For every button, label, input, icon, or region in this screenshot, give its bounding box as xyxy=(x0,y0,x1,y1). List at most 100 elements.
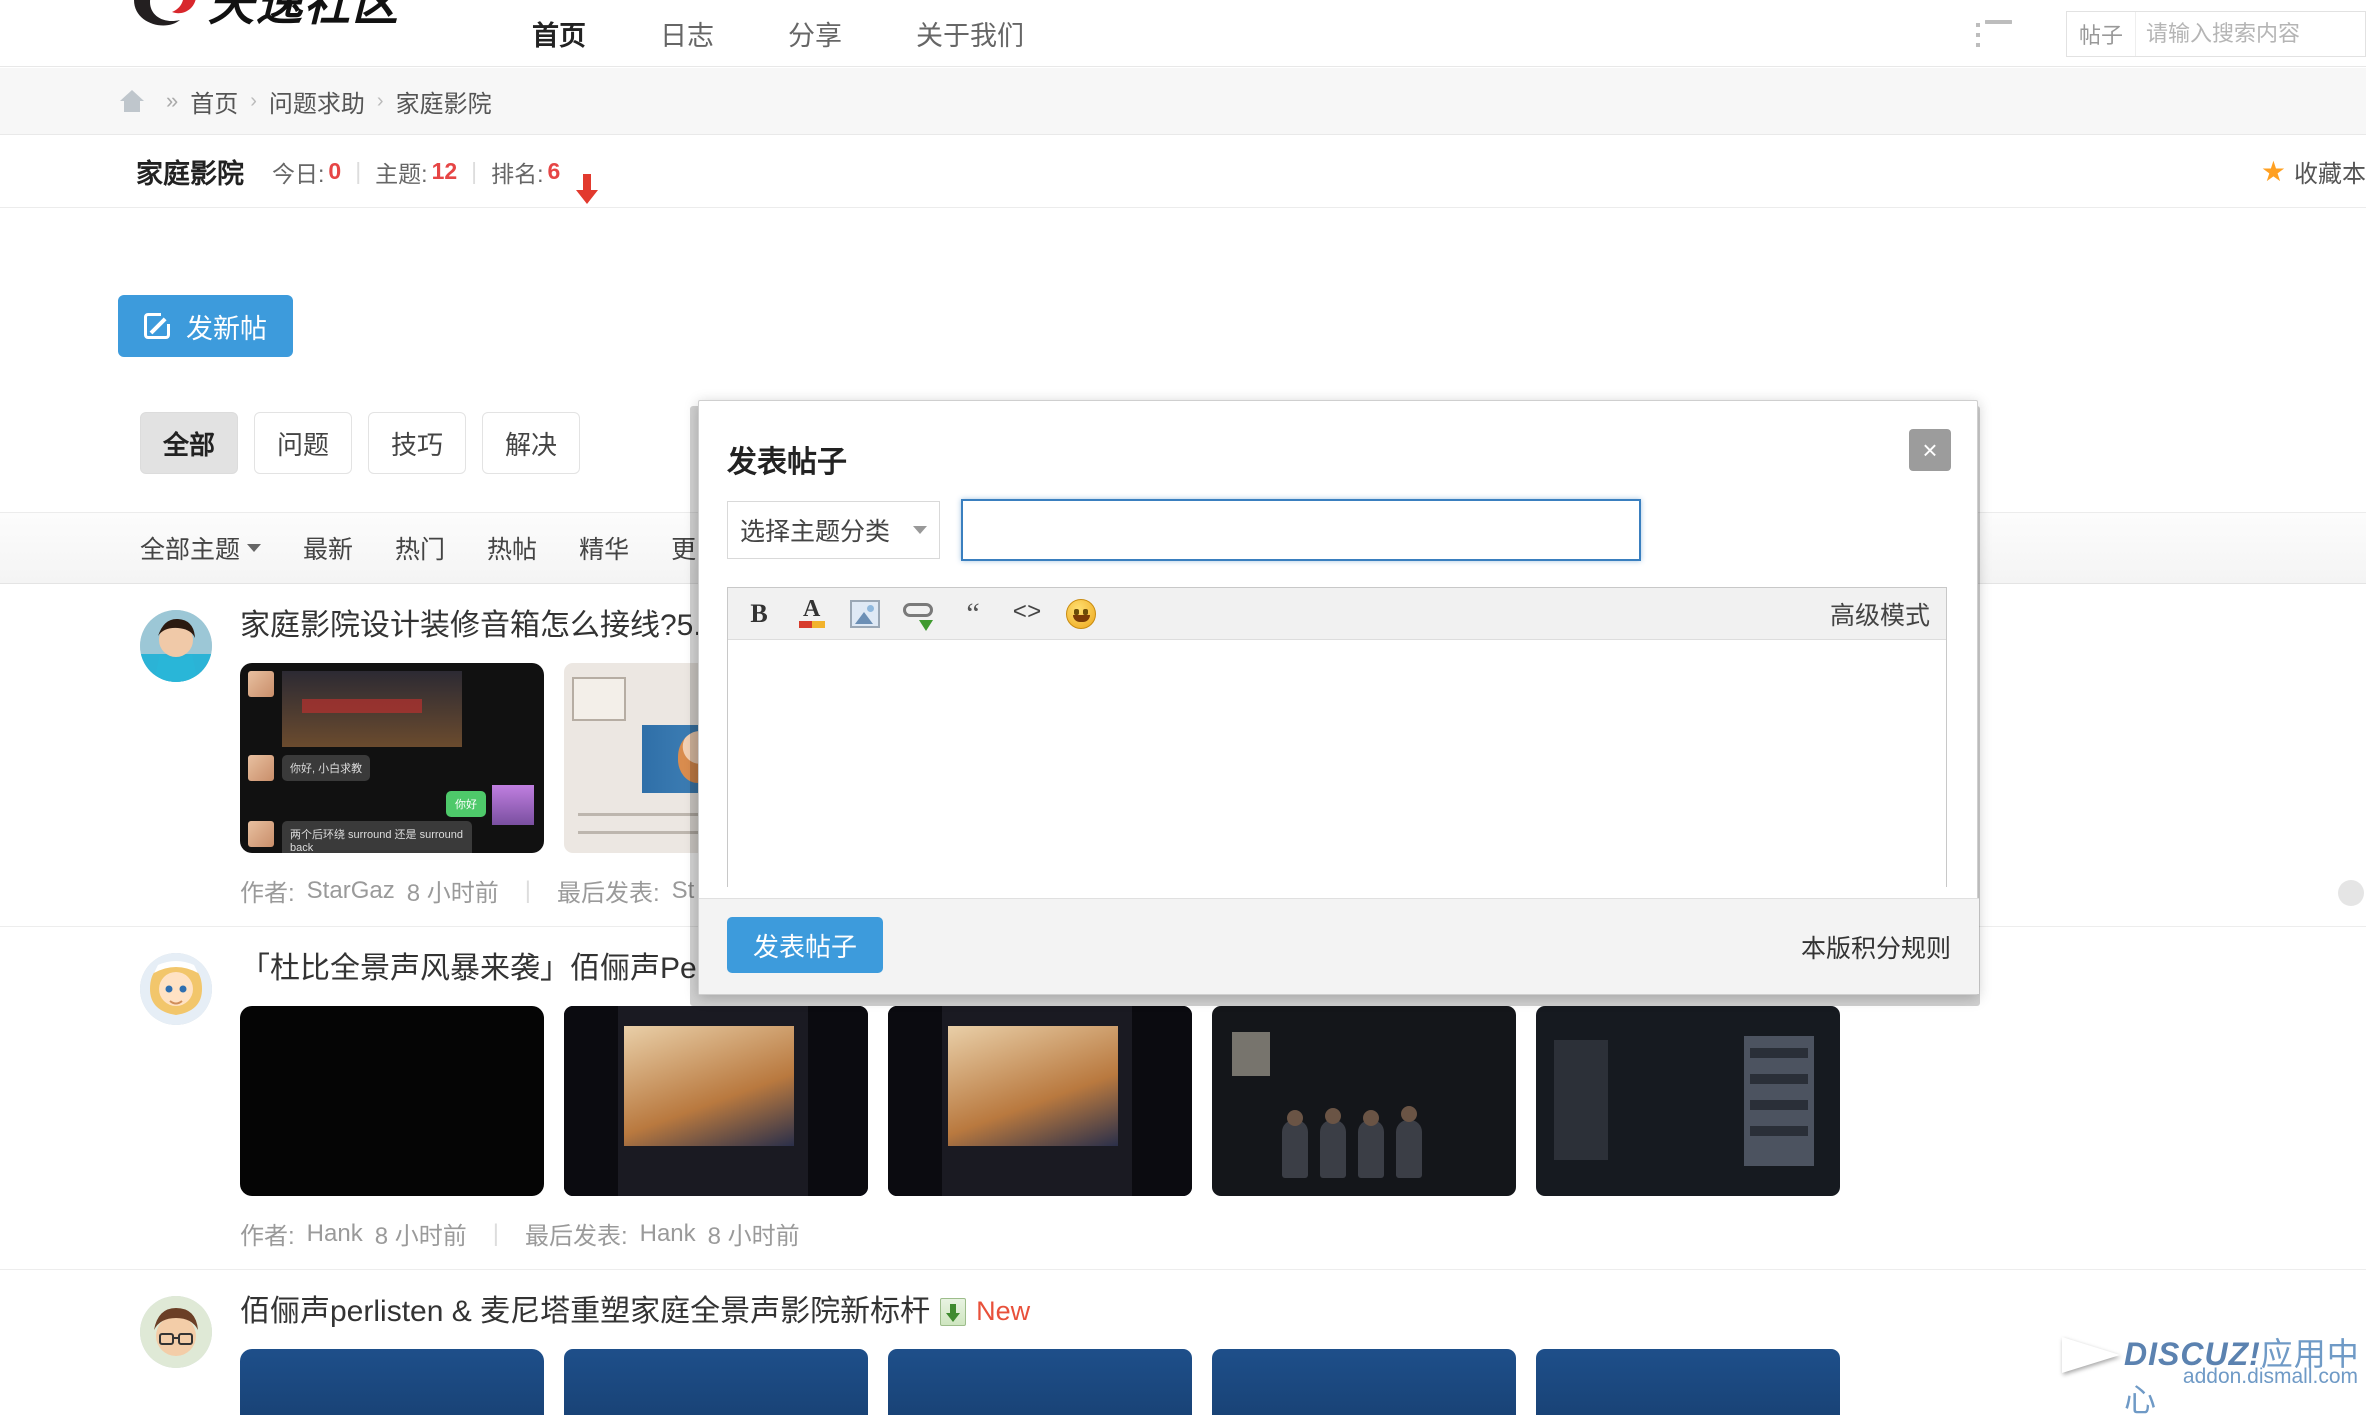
new-post-label: 发新帖 xyxy=(186,307,267,346)
thumbnail-equipment-rack[interactable] xyxy=(1536,1006,1840,1196)
post-editor-dialog: 发表帖子 × 选择主题分类 B A “ <> 高级模式 发表帖子 本版积分规则 xyxy=(698,400,1978,995)
filter-tab-question[interactable]: 问题 xyxy=(254,412,352,474)
stat-threads-value: 12 xyxy=(432,158,458,185)
stat-today-label: 今日: xyxy=(272,155,324,189)
thumbnail-blue-banner[interactable] xyxy=(1536,1349,1840,1415)
filter-tabs: 全部 问题 技巧 解决 xyxy=(140,412,580,474)
star-icon: ★ xyxy=(2261,155,2286,188)
site-logo[interactable]: 天逸社区 xyxy=(128,0,400,36)
table-row[interactable]: 佰俪声perlisten & 麦尼塔重塑家庭全景声影院新标杆 New xyxy=(0,1270,2366,1415)
attachment-icon xyxy=(940,1298,966,1326)
search-type-selector[interactable]: 帖子 xyxy=(2067,12,2136,56)
filter-tab-solved[interactable]: 解决 xyxy=(482,412,580,474)
main-nav: 首页 日志 分享 关于我们 xyxy=(530,0,1026,67)
search-input[interactable] xyxy=(2136,12,2365,56)
quote-icon[interactable]: “ xyxy=(956,597,990,631)
stat-divider: | xyxy=(355,158,361,185)
editor-toolbar: B A “ <> 高级模式 xyxy=(728,588,1946,640)
nav-item-about[interactable]: 关于我们 xyxy=(914,10,1026,57)
sort-digest[interactable]: 精华 xyxy=(579,530,629,566)
breadcrumb-item-forum[interactable]: 家庭影院 xyxy=(396,84,492,119)
stat-threads-label: 主题: xyxy=(375,155,427,189)
filter-tab-all[interactable]: 全部 xyxy=(140,412,238,474)
forum-info-bar: 家庭影院 今日: 0 | 主题: 12 | 排名: 6 ★ 收藏本 xyxy=(0,136,2366,208)
logo-mark-icon xyxy=(128,0,202,32)
forum-stats: 今日: 0 | 主题: 12 | 排名: 6 xyxy=(272,155,574,189)
list-menu-icon[interactable] xyxy=(1976,20,2014,48)
image-icon[interactable] xyxy=(848,597,882,631)
thread-title-text: 家庭影院设计装修音箱怎么接线?5. xyxy=(240,606,702,645)
author-name[interactable]: StarGaz xyxy=(307,877,395,905)
thumbnail-blue-banner[interactable] xyxy=(564,1349,868,1415)
site-header: 天逸社区 首页 日志 分享 关于我们 帖子 xyxy=(0,0,2366,67)
avatar[interactable] xyxy=(140,953,212,1025)
font-color-letter: A xyxy=(803,596,820,623)
code-icon[interactable]: <> xyxy=(1010,597,1044,631)
thumbnail-cinema-stage[interactable] xyxy=(888,1006,1192,1196)
editor-body[interactable] xyxy=(728,640,1946,887)
author-time: 8 小时前 xyxy=(375,1216,467,1251)
stat-today-value: 0 xyxy=(328,158,341,185)
stat-rank: 排名: 6 xyxy=(491,155,560,189)
meta-divider: | xyxy=(493,1220,499,1248)
stat-divider: | xyxy=(471,158,477,185)
author-name[interactable]: Hank xyxy=(307,1220,363,1248)
home-icon[interactable] xyxy=(120,90,144,112)
avatar[interactable] xyxy=(140,1296,212,1368)
attachment-link-icon[interactable] xyxy=(902,597,936,631)
nav-item-share[interactable]: 分享 xyxy=(786,10,844,57)
dialog-title: 发表帖子 xyxy=(727,437,847,481)
stat-threads: 主题: 12 xyxy=(375,155,457,189)
thread-title[interactable]: 佰俪声perlisten & 麦尼塔重塑家庭全景声影院新标杆 New xyxy=(240,1292,2366,1331)
new-badge: New xyxy=(976,1294,1030,1329)
nav-item-blog[interactable]: 日志 xyxy=(658,10,716,57)
forum-credit-rules-link[interactable]: 本版积分规则 xyxy=(1801,929,1951,965)
sort-newest[interactable]: 最新 xyxy=(303,530,353,566)
last-post-time: 8 小时前 xyxy=(708,1216,800,1251)
filter-tab-tips[interactable]: 技巧 xyxy=(368,412,466,474)
breadcrumb-sep: › xyxy=(250,90,257,113)
thumbnail-blue-banner[interactable] xyxy=(888,1349,1192,1415)
sort-popular[interactable]: 热门 xyxy=(395,530,445,566)
bold-icon[interactable]: B xyxy=(742,597,776,631)
font-color-icon[interactable]: A xyxy=(796,597,828,631)
favorite-label: 收藏本 xyxy=(2294,154,2366,189)
category-select[interactable]: 选择主题分类 xyxy=(727,501,940,559)
forum-name: 家庭影院 xyxy=(136,152,244,191)
stat-today: 今日: 0 xyxy=(272,155,341,189)
thumbnail-blue-banner[interactable] xyxy=(240,1349,544,1415)
category-select-label: 选择主题分类 xyxy=(740,512,890,548)
new-post-button[interactable]: 发新帖 xyxy=(118,295,293,357)
thread-meta: 作者: Hank 8 小时前 | 最后发表: Hank 8 小时前 xyxy=(240,1216,2366,1251)
breadcrumb-bar: » 首页 › 问题求助 › 家庭影院 xyxy=(0,68,2366,135)
breadcrumb-item-home[interactable]: 首页 xyxy=(190,84,238,119)
thumbnail-crowd-photo[interactable] xyxy=(1212,1006,1516,1196)
stat-rank-label: 排名: xyxy=(491,155,543,189)
avatar[interactable] xyxy=(140,610,212,682)
search-box: 帖子 xyxy=(2066,11,2366,57)
close-icon[interactable]: × xyxy=(1909,429,1951,471)
sort-all-threads[interactable]: 全部主题 xyxy=(140,530,261,566)
last-post-label: 最后发表: xyxy=(525,1216,628,1251)
nav-item-home[interactable]: 首页 xyxy=(530,10,588,57)
thumbnail-black-frame[interactable] xyxy=(240,1006,544,1196)
sort-hot[interactable]: 热帖 xyxy=(487,530,537,566)
breadcrumb-sep: › xyxy=(377,90,384,113)
thumbnail-chat-screenshot[interactable]: 你好, 小白求教 你好 两个后环绕 surround 还是 surround b… xyxy=(240,663,544,853)
thumbnail-blue-banner[interactable] xyxy=(1212,1349,1516,1415)
thumbnail-cinema-stage[interactable] xyxy=(564,1006,868,1196)
subject-input[interactable] xyxy=(961,499,1641,561)
submit-post-button[interactable]: 发表帖子 xyxy=(727,917,883,973)
last-post-author[interactable]: Hank xyxy=(640,1220,696,1248)
advanced-mode-link[interactable]: 高级模式 xyxy=(1830,596,1930,632)
stat-rank-value: 6 xyxy=(548,158,561,185)
favorite-forum-button[interactable]: ★ 收藏本 xyxy=(2261,154,2366,189)
editor-container: B A “ <> 高级模式 xyxy=(727,587,1947,887)
emoji-icon[interactable] xyxy=(1064,597,1098,631)
dialog-footer: 发表帖子 本版积分规则 xyxy=(699,898,1979,994)
sort-all-threads-label: 全部主题 xyxy=(140,530,240,566)
breadcrumb-double-sep: » xyxy=(166,88,178,114)
breadcrumb-item-category[interactable]: 问题求助 xyxy=(269,84,365,119)
header-right: 帖子 xyxy=(1976,0,2366,67)
discuz-watermark: DISCUZ!应用中心 addon.dismall.com xyxy=(2062,1323,2362,1397)
